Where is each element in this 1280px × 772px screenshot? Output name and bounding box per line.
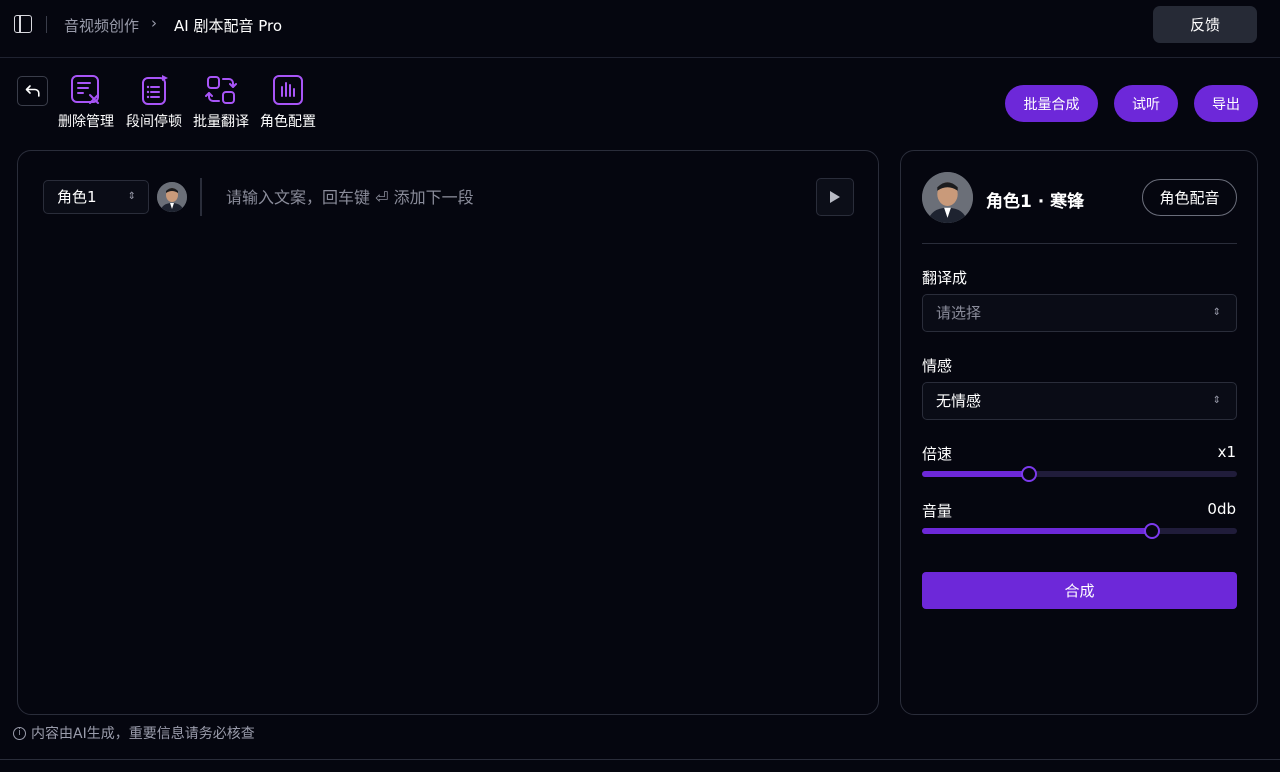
slider-fill — [922, 528, 1152, 534]
role-select[interactable]: 角色1 ⇕ — [43, 180, 149, 214]
play-button[interactable] — [816, 178, 854, 216]
role-title: 角色1 · 寒锋 — [986, 192, 1085, 212]
pause-icon — [142, 75, 168, 105]
tool-role-config[interactable]: 角色配置 — [258, 74, 318, 132]
role-config-icon — [273, 75, 303, 105]
ai-notice-text: 内容由AI生成，重要信息请务必核查 — [31, 726, 255, 742]
page-title: AI 剧本配音 Pro — [174, 17, 283, 35]
synthesize-button[interactable]: 合成 — [922, 572, 1237, 609]
feedback-button[interactable]: 反馈 — [1153, 6, 1257, 43]
translate-select[interactable]: 请选择 ⇕ — [922, 294, 1237, 332]
emotion-label: 情感 — [922, 357, 953, 375]
translate-icon — [205, 76, 237, 104]
export-button[interactable]: 导出 — [1194, 85, 1258, 122]
script-editor-panel: 角色1 ⇕ — [17, 150, 879, 715]
tool-label: 批量翻译 — [193, 114, 249, 130]
volume-label: 音量 — [922, 502, 953, 520]
back-button[interactable] — [17, 76, 48, 106]
script-text-input[interactable] — [215, 180, 805, 214]
emotion-select-value: 无情感 — [936, 392, 982, 410]
ai-notice: i 内容由AI生成，重要信息请务必核查 — [13, 723, 255, 743]
volume-slider[interactable] — [922, 523, 1237, 539]
speed-label: 倍速 — [922, 445, 953, 463]
updown-chevron-icon: ⇕ — [1212, 307, 1221, 318]
divider — [200, 178, 202, 216]
undo-arrow-icon — [25, 85, 40, 97]
divider — [0, 759, 1280, 760]
role-settings-panel: 角色1 · 寒锋 角色配音 翻译成 请选择 ⇕ 情感 无情感 ⇕ 倍速 x1 音… — [900, 150, 1258, 715]
avatar — [922, 172, 973, 223]
top-bar: 音视频创作 › AI 剧本配音 Pro 反馈 — [0, 0, 1280, 58]
divider — [922, 243, 1237, 244]
emotion-select[interactable]: 无情感 ⇕ — [922, 382, 1237, 420]
translate-select-value: 请选择 — [936, 304, 982, 322]
tool-label: 段间停顿 — [126, 114, 182, 130]
slider-fill — [922, 471, 1030, 477]
volume-value: 0db — [1207, 500, 1236, 518]
sidebar-toggle-icon[interactable] — [14, 15, 32, 33]
role-select-value: 角色1 — [57, 188, 97, 206]
divider — [46, 16, 47, 33]
tool-batch-translate[interactable]: 批量翻译 — [191, 74, 251, 132]
translate-label: 翻译成 — [922, 269, 968, 287]
updown-chevron-icon: ⇕ — [127, 191, 136, 202]
slider-thumb[interactable] — [1021, 466, 1038, 482]
breadcrumb-parent[interactable]: 音视频创作 — [64, 15, 139, 36]
tool-pause[interactable]: 段间停顿 — [124, 74, 184, 132]
tool-label: 删除管理 — [58, 114, 114, 130]
speed-value: x1 — [1217, 443, 1236, 461]
avatar — [157, 182, 187, 212]
play-icon — [830, 191, 840, 203]
delete-manage-icon — [71, 75, 99, 104]
updown-chevron-icon: ⇕ — [1212, 395, 1221, 406]
batch-synthesize-button[interactable]: 批量合成 — [1005, 85, 1098, 122]
tool-label: 角色配置 — [260, 114, 316, 130]
speed-slider[interactable] — [922, 466, 1237, 482]
role-voice-button[interactable]: 角色配音 — [1142, 179, 1237, 216]
preview-button[interactable]: 试听 — [1114, 85, 1178, 122]
info-icon: i — [13, 726, 26, 740]
slider-thumb[interactable] — [1143, 523, 1160, 539]
chevron-right-icon: › — [151, 14, 157, 32]
tool-delete-manage[interactable]: 删除管理 — [56, 74, 116, 132]
